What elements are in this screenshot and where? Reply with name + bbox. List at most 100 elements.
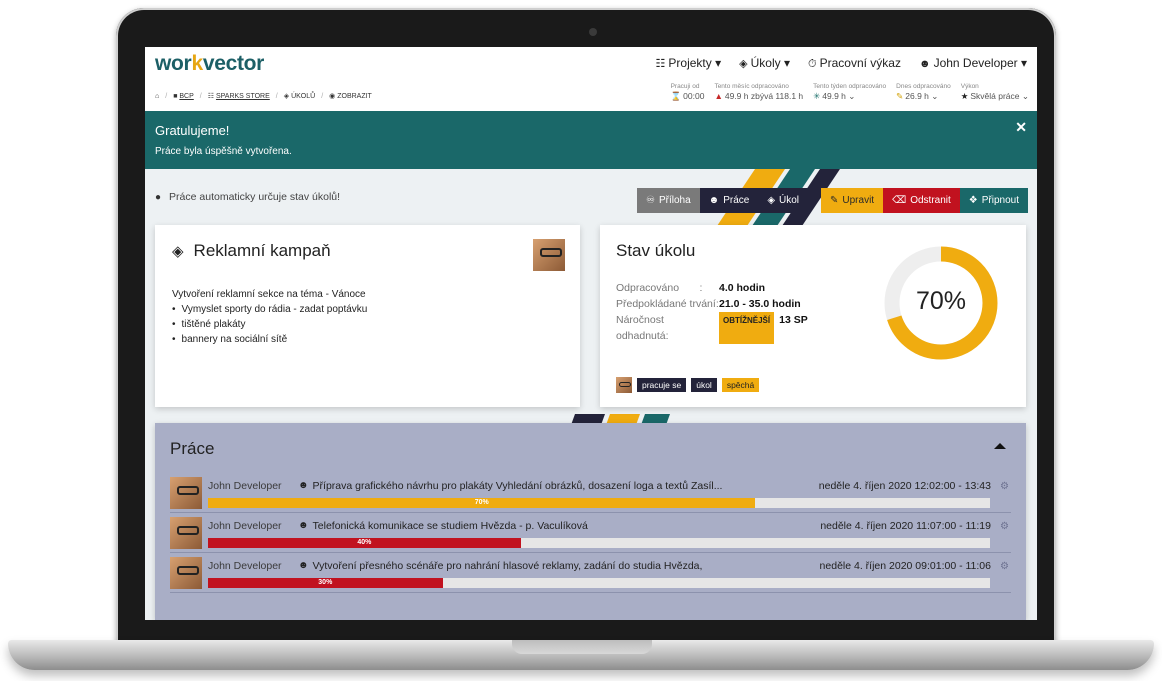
top-navbar: workvector ☷ Projekty ▾ ◈ Úkoly ▾ ⏱ Pracovn… [145, 47, 1037, 81]
task-card: ◈ Reklamní kampaň Vytvoření reklamní sekc… [155, 225, 580, 407]
table-row[interactable]: John Developer ☻ Telefonická komunikace s… [170, 513, 1011, 553]
stat-today[interactable]: Dnes odpracováno ✎ 26.9 h ⌄ [896, 83, 951, 102]
nav-projects[interactable]: ☷ Projekty ▾ [656, 56, 722, 71]
caret-down-icon: ▾ [715, 56, 722, 70]
nav-links: ☷ Projekty ▾ ◈ Úkoly ▾ ⏱ Pracovní výkaz ☻ Jo… [656, 56, 1027, 71]
breadcrumb-sparks[interactable]: ☷ SPARKS STORE [208, 92, 270, 100]
camera-dot [589, 28, 597, 36]
tag-in-progress[interactable]: pracuje se [637, 378, 687, 392]
gear-icon[interactable]: ⚙ [1000, 561, 1009, 572]
status-title: Stav úkolu [616, 241, 696, 260]
sitemap-icon: ☷ [207, 93, 215, 100]
cube-icon: ◈ [283, 93, 290, 100]
asterisk-icon: ✳ [813, 91, 821, 101]
caret-down-icon: ▾ [1020, 56, 1027, 70]
list-item: Vymyslet sporty do rádia - zadat poptávk… [172, 302, 368, 317]
collapse-caret-icon[interactable] [994, 443, 1006, 449]
work-button[interactable]: ☻ Práce [699, 188, 759, 213]
success-alert: Gratulujeme! Práce byla úspěšně vytvořen… [145, 111, 1037, 169]
avatar[interactable] [616, 377, 632, 393]
chevron-down-icon: ⌄ [931, 91, 939, 101]
work-progress-fill: 70% [208, 498, 756, 508]
breadcrumb-bcp[interactable]: ■ BCP [173, 93, 194, 100]
action-button-group: ✎ Upravit ⌫ Odstranit ❖ Připnout [821, 188, 1029, 213]
file-icon: ■ [173, 92, 178, 100]
home-icon[interactable]: ⌂ [155, 93, 159, 100]
task-title: ◈ Reklamní kampaň [172, 241, 331, 260]
nav-timesheet[interactable]: ⏱ Pracovní výkaz [808, 56, 901, 71]
works-panel: Práce John Developer ☻ Příprava grafickéh… [155, 423, 1026, 620]
car-icon: ▲ [714, 91, 723, 101]
pin-icon: ❖ [968, 195, 978, 206]
status-card: Stav úkolu Odpracováno :4.0 hodin Předpo… [600, 225, 1026, 407]
list-item: tištěné plakáty [172, 317, 367, 332]
difficulty-badge: OBTÍŽNĚJŠÍ [719, 312, 775, 344]
stats-bar: Pracuji od ⌛ 00:00 Tento měsíc odpracováno… [671, 83, 1029, 102]
avatar[interactable] [533, 239, 565, 271]
work-progress-bar: 70% [208, 498, 990, 508]
user-icon: ☻ [918, 58, 931, 70]
chevron-down-icon: ⌄ [1021, 91, 1029, 101]
close-icon[interactable]: ✕ [1015, 119, 1027, 136]
cube-icon: ◈ [767, 195, 776, 206]
star-icon: ★ [960, 91, 969, 101]
nav-tasks[interactable]: ◈ Úkoly ▾ [739, 56, 790, 71]
task-button[interactable]: ◈ Úkol [758, 188, 809, 213]
progress-label: 70% [915, 287, 967, 315]
gear-icon[interactable]: ⚙ [1000, 521, 1009, 532]
app-screen: workvector ☷ Projekty ▾ ◈ Úkoly ▾ ⏱ Pracovn… [145, 47, 1037, 620]
work-task: ☻ Telefonická komunikace se studiem Hvězd… [298, 520, 588, 532]
hourglass-icon: ⌛ [670, 91, 682, 101]
stat-performance[interactable]: Výkon ★ Skvělá práce ⌄ [961, 83, 1029, 102]
info-note: ● Práce automaticky určuje stav úkolů! [155, 191, 341, 203]
caret-down-icon: ▾ [783, 56, 791, 70]
work-user: John Developer [208, 480, 282, 492]
list-item: bannery na sociální sítě [172, 332, 367, 347]
cube-icon: ◈ [172, 243, 184, 260]
work-progress-fill: 30% [208, 578, 443, 588]
work-time: neděle 4. říjen 2020 11:07:00 - 11:19 [820, 520, 991, 532]
edit-button[interactable]: ✎ Upravit [821, 188, 884, 213]
alert-text: Práce byla úspěšně vytvořena. [155, 146, 292, 157]
comment-icon: ● [155, 191, 162, 203]
work-user: John Developer [208, 520, 282, 532]
status-tags: pracuje se úkol spěchá [616, 377, 760, 393]
breadcrumb: ⌂ / ■ BCP / ☷ SPARKS STORE / ◈ ÚKOLŮ / ◉ ZOB… [155, 92, 372, 101]
avatar [170, 557, 202, 589]
stat-working-since: Pracuji od ⌛ 00:00 [670, 83, 705, 101]
table-row[interactable]: John Developer ☻ Vytvoření přesného scéná… [170, 553, 1011, 593]
subnav: ⌂ / ■ BCP / ☷ SPARKS STORE / ◈ ÚKOLŮ / ◉ ZOB… [145, 81, 1037, 111]
pin-button[interactable]: ❖ Připnout [959, 188, 1029, 213]
sitemap-icon: ☷ [655, 58, 666, 70]
work-time: neděle 4. říjen 2020 12:02:00 - 13:43 [818, 480, 991, 492]
stopwatch-icon: ⏱ [808, 58, 817, 70]
tag-urgent[interactable]: spěchá [721, 378, 760, 392]
works-title: Práce [170, 439, 215, 458]
users-icon: ☻ [298, 560, 309, 571]
paperclip-icon: ♾ [646, 195, 655, 206]
trash-icon: ⌫ [892, 195, 907, 206]
gear-icon[interactable]: ⚙ [1000, 481, 1009, 492]
breadcrumb-tasks[interactable]: ◈ ÚKOLŮ [284, 92, 315, 100]
tag-task[interactable]: úkol [691, 378, 717, 392]
work-user: John Developer [208, 560, 282, 572]
edit-icon: ✎ [830, 195, 839, 206]
status-details: Odpracováno :4.0 hodin Předpokládané trv… [616, 282, 808, 344]
chevron-down-icon: ⌄ [848, 91, 856, 101]
wrench-icon: ✎ [896, 91, 904, 101]
attachment-button[interactable]: ♾ Příloha [637, 188, 700, 213]
alert-title: Gratulujeme! [155, 123, 230, 138]
delete-button[interactable]: ⌫ Odstranit [883, 188, 960, 213]
users-icon: ☻ [298, 520, 309, 531]
work-progress-fill: 40% [208, 538, 521, 548]
work-task: ☻ Příprava grafického návrhu pro plakáty … [298, 480, 723, 492]
nav-user[interactable]: ☻ John Developer ▾ [919, 56, 1027, 71]
users-icon: ☻ [708, 195, 720, 206]
laptop-notch [512, 640, 652, 654]
table-row[interactable]: John Developer ☻ Příprava grafického návr… [170, 473, 1011, 513]
work-task: ☻ Vytvoření přesného scénáře pro nahrání … [298, 560, 703, 572]
task-description: Vytvoření reklamní sekce na téma - Vánoc… [172, 287, 367, 347]
work-time: neděle 4. říjen 2020 09:01:00 - 11:06 [819, 560, 991, 572]
logo[interactable]: workvector [155, 52, 264, 76]
stat-week[interactable]: Tento týden odpracováno ✳ 49.9 h ⌄ [813, 83, 886, 102]
